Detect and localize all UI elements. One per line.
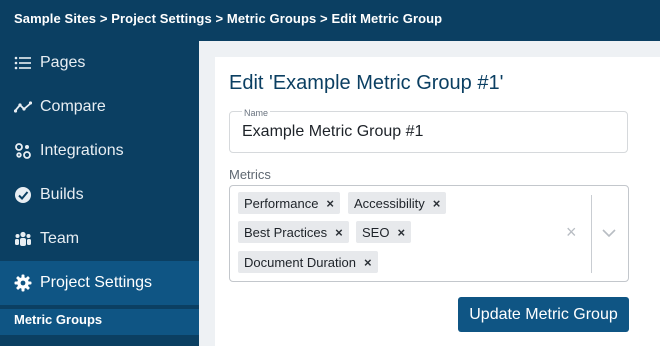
chip-remove-icon[interactable]: ×	[397, 225, 405, 240]
sidebar-item-pages[interactable]: Pages	[0, 41, 199, 85]
metric-chip-label: Document Duration	[244, 254, 356, 270]
sidebar: Pages Compare Integrations Builds Team P…	[0, 41, 199, 346]
sidebar-item-label: Compare	[40, 98, 106, 115]
chip-remove-icon[interactable]: ×	[364, 255, 372, 270]
metric-chip: SEO ×	[356, 221, 412, 243]
sidebar-item-label: Integrations	[40, 142, 124, 159]
metric-chip-label: Best Practices	[244, 224, 328, 240]
sidebar-item-integrations[interactable]: Integrations	[0, 129, 199, 173]
integrations-icon	[14, 142, 32, 160]
sidebar-item-label: Team	[40, 230, 80, 247]
metric-chip: Document Duration ×	[238, 251, 378, 273]
metric-chip-label: SEO	[362, 224, 390, 240]
chip-remove-icon[interactable]: ×	[433, 196, 441, 211]
name-field-label: Name	[242, 108, 271, 118]
sidebar-item-compare[interactable]: Compare	[0, 85, 199, 129]
sidebar-item-builds[interactable]: Builds	[0, 173, 199, 217]
sidebar-subitem-metric-groups[interactable]: Metric Groups	[0, 309, 199, 335]
chevron-down-icon[interactable]	[602, 224, 616, 242]
metrics-label: Metrics	[229, 167, 271, 182]
update-metric-group-button[interactable]: Update Metric Group	[458, 297, 629, 332]
metric-chip: Performance ×	[238, 192, 341, 214]
gear-icon	[14, 274, 32, 292]
metric-chip: Accessibility ×	[348, 192, 447, 214]
metric-chip: Best Practices ×	[238, 221, 349, 243]
top-bar: Sample Sites > Project Settings > Metric…	[0, 0, 660, 41]
breadcrumb[interactable]: Sample Sites > Project Settings > Metric…	[14, 11, 442, 26]
sidebar-item-label: Project Settings	[40, 274, 153, 291]
check-circle-icon	[14, 186, 32, 204]
page-title: Edit 'Example Metric Group #1'	[229, 72, 504, 94]
team-icon	[14, 230, 32, 248]
metric-chip-label: Performance	[244, 195, 319, 211]
name-input-value[interactable]: Example Metric Group #1	[242, 123, 423, 141]
metric-chip-label: Accessibility	[354, 195, 425, 211]
main-content: Edit 'Example Metric Group #1' Name Exam…	[199, 41, 660, 346]
name-field[interactable]: Name Example Metric Group #1	[229, 108, 628, 153]
list-icon	[14, 54, 32, 72]
chip-remove-icon[interactable]: ×	[326, 196, 334, 211]
sidebar-item-project-settings[interactable]: Project Settings	[0, 261, 199, 305]
sidebar-item-team[interactable]: Team	[0, 217, 199, 261]
sidebar-item-label: Builds	[40, 186, 84, 203]
edit-card: Edit 'Example Metric Group #1' Name Exam…	[215, 57, 660, 346]
clear-all-icon[interactable]: ×	[566, 222, 577, 243]
metrics-multiselect[interactable]: Performance × Accessibility × Best Pract…	[229, 185, 629, 282]
sidebar-footer	[0, 335, 199, 346]
trend-icon	[14, 98, 32, 116]
divider	[591, 195, 592, 273]
chip-remove-icon[interactable]: ×	[335, 225, 343, 240]
sidebar-item-label: Pages	[40, 54, 86, 71]
